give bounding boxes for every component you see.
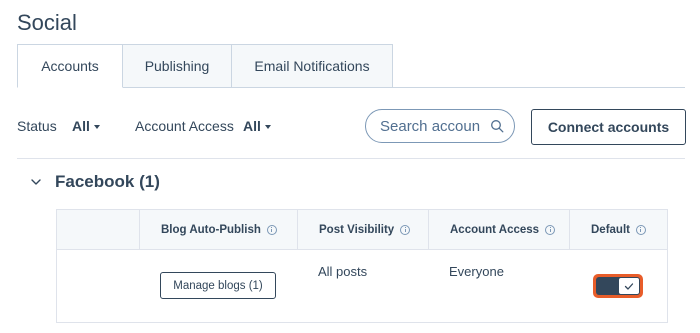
access-filter-dropdown[interactable]: All (243, 118, 271, 134)
tab-email-notifications[interactable]: Email Notifications (232, 44, 393, 88)
caret-down-icon (93, 125, 100, 130)
column-header-default: Default (569, 210, 667, 249)
info-icon[interactable] (545, 224, 556, 235)
status-filter-value: All (72, 118, 90, 134)
tab-bar: Accounts Publishing Email Notifications (17, 44, 393, 88)
column-header-blog-auto-publish: Blog Auto-Publish (139, 210, 297, 249)
info-icon[interactable] (400, 224, 411, 235)
status-filter-dropdown[interactable]: All (72, 118, 100, 134)
tab-baseline (392, 87, 685, 88)
checkmark-icon (624, 282, 634, 290)
post-visibility-value: All posts (318, 264, 368, 279)
info-icon[interactable] (635, 224, 646, 235)
connect-accounts-button[interactable]: Connect accounts (531, 109, 686, 145)
status-filter-label: Status (17, 118, 57, 134)
section-title: Facebook (1) (55, 172, 160, 191)
column-header-post-visibility: Post Visibility (297, 210, 428, 249)
column-header-label: Account Access (450, 223, 540, 236)
default-toggle-highlight (593, 274, 643, 298)
accounts-table: Blog Auto-Publish Post Visibility Accoun… (56, 209, 668, 323)
toggle-knob (619, 278, 639, 294)
facebook-section-header[interactable]: Facebook (1) (30, 172, 160, 192)
column-header-account-access: Account Access (428, 210, 569, 249)
search-icon[interactable] (490, 119, 504, 133)
search-input[interactable] (380, 117, 488, 135)
table-header: Blog Auto-Publish Post Visibility Accoun… (57, 210, 667, 250)
column-header-label: Post Visibility (319, 223, 395, 236)
manage-blogs-button[interactable]: Manage blogs (1) (160, 272, 276, 299)
tab-publishing[interactable]: Publishing (123, 44, 232, 88)
column-header-label: Default (591, 223, 630, 236)
default-toggle[interactable] (596, 277, 640, 295)
access-filter-value: All (243, 118, 261, 134)
filter-bar: Status All Account Access All Connect ac… (17, 109, 687, 145)
page-title: Social (17, 10, 77, 35)
tab-accounts[interactable]: Accounts (17, 44, 123, 88)
access-filter-label: Account Access (135, 118, 234, 134)
account-access-value: Everyone (449, 264, 504, 279)
divider (17, 158, 685, 159)
column-header-label: Blog Auto-Publish (161, 223, 261, 236)
search-box (365, 109, 515, 143)
caret-down-icon (264, 125, 271, 130)
chevron-down-icon[interactable] (30, 176, 42, 188)
info-icon[interactable] (266, 224, 277, 235)
